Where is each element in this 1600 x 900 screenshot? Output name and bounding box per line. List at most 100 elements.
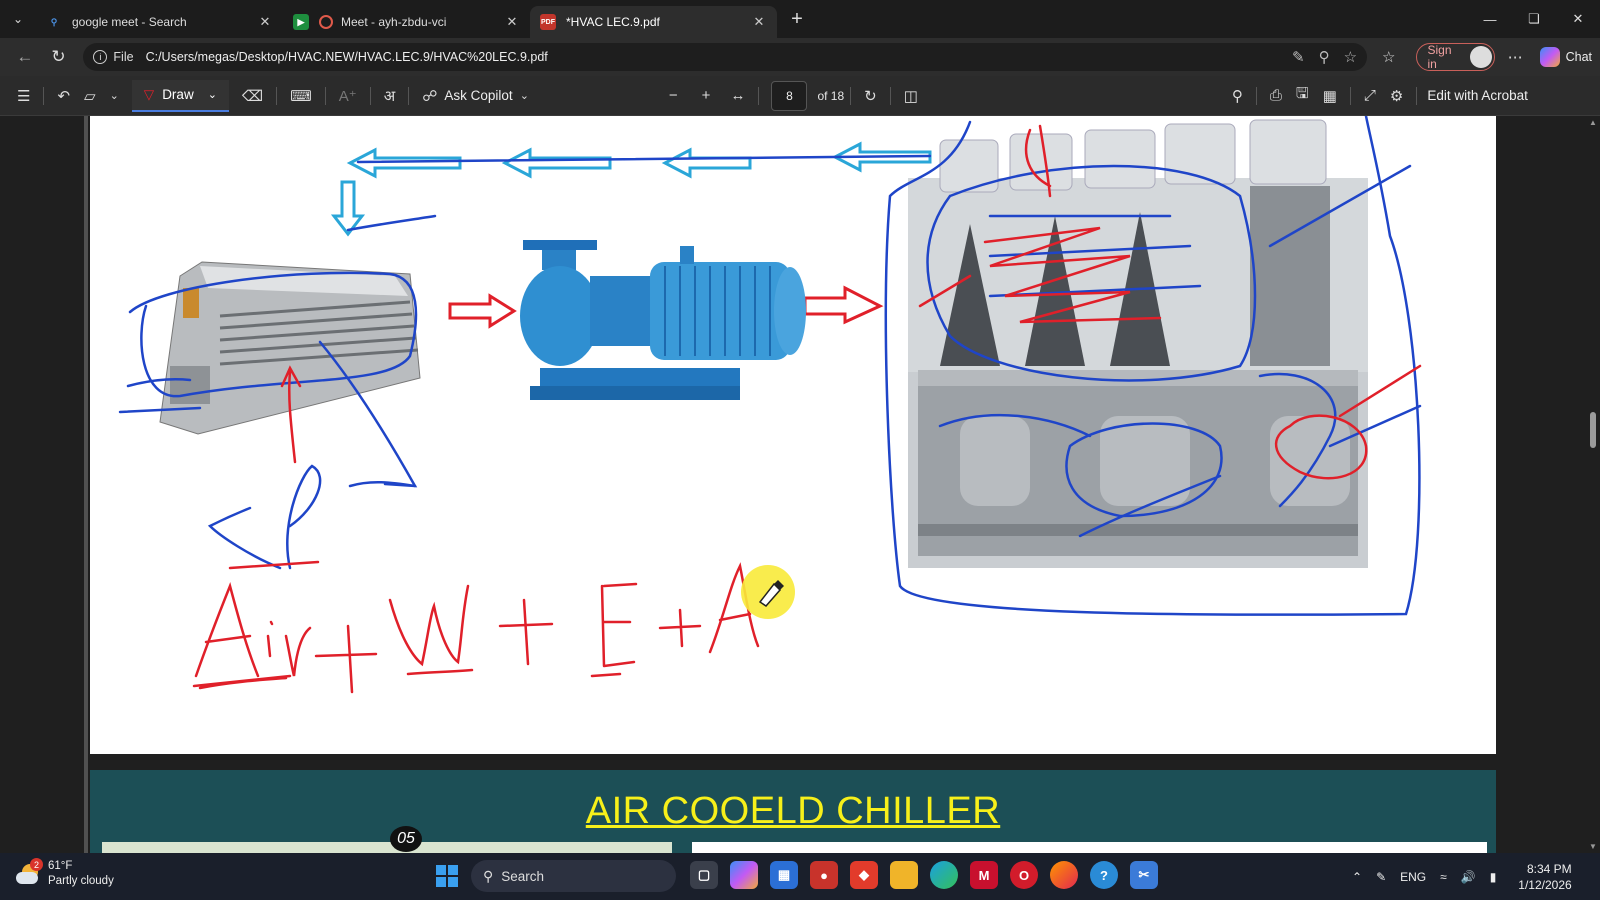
chevron-up-icon[interactable]: ⌃ [1352, 870, 1362, 884]
undo-icon[interactable]: ↶ [50, 81, 77, 111]
weather-widget[interactable]: 2 61°F Partly cloudy [14, 858, 114, 889]
print-icon[interactable]: ⎙ [1263, 81, 1289, 111]
mcafee-icon[interactable]: M [970, 861, 998, 889]
page-view-icon[interactable]: ◫ [897, 81, 925, 111]
divider [1349, 86, 1351, 105]
battery-icon[interactable]: ▮ [1490, 870, 1497, 884]
copilot-chat-button[interactable]: Chat [1539, 47, 1592, 67]
restore-icon[interactable]: ❏ [1512, 0, 1556, 38]
tab-hvac-pdf[interactable]: PDF *HVAC LEC.9.pdf ✕ [530, 6, 777, 38]
edge-browser-icon[interactable] [930, 861, 958, 889]
start-button[interactable] [436, 865, 458, 887]
system-tray: ⌃ ✎ ENG ≈ 🔊 ▮ 8:34 PM 1/12/2026 [1352, 853, 1572, 900]
info-icon[interactable]: i [93, 50, 108, 64]
taskbar-search[interactable]: ⚲ Search [471, 860, 676, 892]
highlight-icon[interactable]: ▱ [77, 81, 103, 111]
tab-strip: ⌄ ⚲ google meet - Search ✕ ▶ Meet - ayh-… [0, 0, 1600, 38]
chevron-down-icon[interactable]: ⌄ [513, 81, 536, 111]
ask-copilot-button[interactable]: Ask Copilot [444, 88, 512, 103]
new-tab-button[interactable]: + [781, 3, 813, 35]
page-edge [84, 116, 88, 853]
close-icon[interactable]: ✕ [504, 14, 520, 30]
scroll-up-icon[interactable]: ▲ [1588, 118, 1598, 127]
help-icon[interactable]: ? [1090, 861, 1118, 889]
tab-actions-menu[interactable]: ⌄ [0, 0, 36, 38]
url-field[interactable]: i File C:/Users/megas/Desktop/HVAC.NEW/H… [83, 43, 1368, 71]
volume-icon[interactable]: 🔊 [1461, 870, 1476, 884]
search-icon: ⚲ [50, 16, 58, 27]
save-as-icon[interactable]: ▦ [1316, 81, 1344, 111]
url-scheme-label: File [113, 50, 134, 64]
file-explorer-icon[interactable] [890, 861, 918, 889]
zoom-out-icon[interactable]: − [662, 81, 685, 111]
chevron-down-icon[interactable]: ⌄ [103, 81, 126, 111]
copilot-outline-icon[interactable]: ☍ [415, 81, 444, 111]
close-window-icon[interactable]: ✕ [1556, 0, 1600, 38]
store-icon[interactable]: ▦ [770, 861, 798, 889]
sign-in-button[interactable]: Sign in [1416, 43, 1495, 71]
back-button[interactable]: ← [8, 42, 42, 72]
pen-menu-icon[interactable]: ✎ [1376, 870, 1386, 884]
favorites-icon[interactable]: ☆ [1375, 42, 1402, 72]
partly-cloudy-icon: 2 [14, 858, 43, 888]
scroll-thumb[interactable] [1590, 412, 1596, 448]
divider [758, 86, 760, 105]
tab-google-search[interactable]: ⚲ google meet - Search ✕ [36, 6, 283, 38]
firefox-icon[interactable] [1050, 861, 1078, 889]
close-icon[interactable]: ✕ [257, 14, 273, 30]
vertical-scrollbar[interactable]: ▲ ▼ [1588, 116, 1598, 853]
page-number-input[interactable]: 8 [771, 80, 808, 111]
notification-badge: 2 [30, 858, 43, 871]
more-menu-icon[interactable]: ⋯ [1501, 42, 1530, 72]
red-app-icon[interactable]: ◆ [850, 861, 878, 889]
rotate-icon[interactable]: ↻ [857, 81, 884, 111]
chevron-down-icon: ⌄ [207, 89, 217, 101]
weather-text: 61°F Partly cloudy [48, 859, 114, 889]
save-icon[interactable]: 🖫 [1289, 81, 1316, 111]
meet-icon: ▶ [293, 14, 309, 30]
edit-with-acrobat-button[interactable]: Edit with Acrobat [1427, 88, 1528, 103]
url-text[interactable]: C:/Users/megas/Desktop/HVAC.NEW/HVAC.LEC… [146, 50, 1292, 64]
url-actions: ✎ ⚲ ☆ [1292, 48, 1357, 66]
clock-time: 8:34 PM [1526, 861, 1572, 876]
opera-icon[interactable]: O [1010, 861, 1038, 889]
task-view-icon[interactable]: ▢ [690, 861, 718, 889]
windows-logo-pane [448, 865, 458, 875]
minimize-icon[interactable]: — [1468, 0, 1512, 38]
close-icon[interactable]: ✕ [751, 14, 767, 30]
search-icon: ⚲ [483, 867, 494, 884]
settings-gear-icon[interactable]: ⚙ [1383, 81, 1410, 111]
pdf-page [90, 116, 1496, 754]
scroll-down-icon[interactable]: ▼ [1588, 842, 1598, 851]
divider [276, 86, 278, 105]
read-aloud-icon[interactable]: ✎ [1292, 48, 1305, 66]
clock-date: 1/12/2026 [1518, 877, 1572, 892]
fit-page-icon[interactable]: ↔ [723, 81, 752, 111]
pdf-viewport[interactable]: AIR COOELD CHILLER 05 ▲ ▼ [0, 116, 1600, 853]
refresh-button[interactable]: ↻ [42, 42, 76, 72]
read-aloud-icon[interactable]: A⁺ [332, 81, 364, 111]
clock[interactable]: 8:34 PM 1/12/2026 [1518, 861, 1571, 893]
search-icon[interactable]: ⚲ [1225, 81, 1250, 111]
eraser-icon[interactable]: ⌫ [235, 81, 270, 111]
wifi-icon[interactable]: ≈ [1440, 870, 1447, 884]
taskbar-apps: ▢ ▦ ● ◆ M O ? ✂ [690, 861, 1158, 889]
tab-title: google meet - Search [72, 15, 187, 29]
add-text-icon[interactable]: ⌨ [283, 81, 319, 111]
zoom-in-icon[interactable]: + [695, 81, 718, 111]
snipping-tool-icon[interactable]: ✂ [1130, 861, 1158, 889]
zoom-icon[interactable]: ⚲ [1319, 48, 1330, 66]
translate-icon[interactable]: अ [377, 81, 402, 111]
windows-logo-pane [448, 877, 458, 887]
tab-title: Meet - ayh-zbdu-vci [341, 15, 447, 29]
address-bar: ← ↻ i File C:/Users/megas/Desktop/HVAC.N… [0, 38, 1600, 76]
fullscreen-icon[interactable]: ⤢ [1357, 81, 1383, 111]
favorite-star-icon[interactable]: ☆ [1344, 48, 1357, 66]
draw-button[interactable]: ▽ Draw ⌄ [131, 79, 229, 112]
language-indicator[interactable]: ENG [1400, 870, 1426, 884]
recorder-icon[interactable]: ● [810, 861, 838, 889]
contents-list-icon[interactable]: ☰ [10, 81, 37, 111]
tab-meet[interactable]: ▶ Meet - ayh-zbdu-vci ✕ [283, 6, 530, 38]
windows-taskbar: 2 61°F Partly cloudy ⚲ Search ▢ ▦ ● ◆ M … [0, 853, 1600, 900]
copilot-app-icon[interactable] [730, 861, 758, 889]
